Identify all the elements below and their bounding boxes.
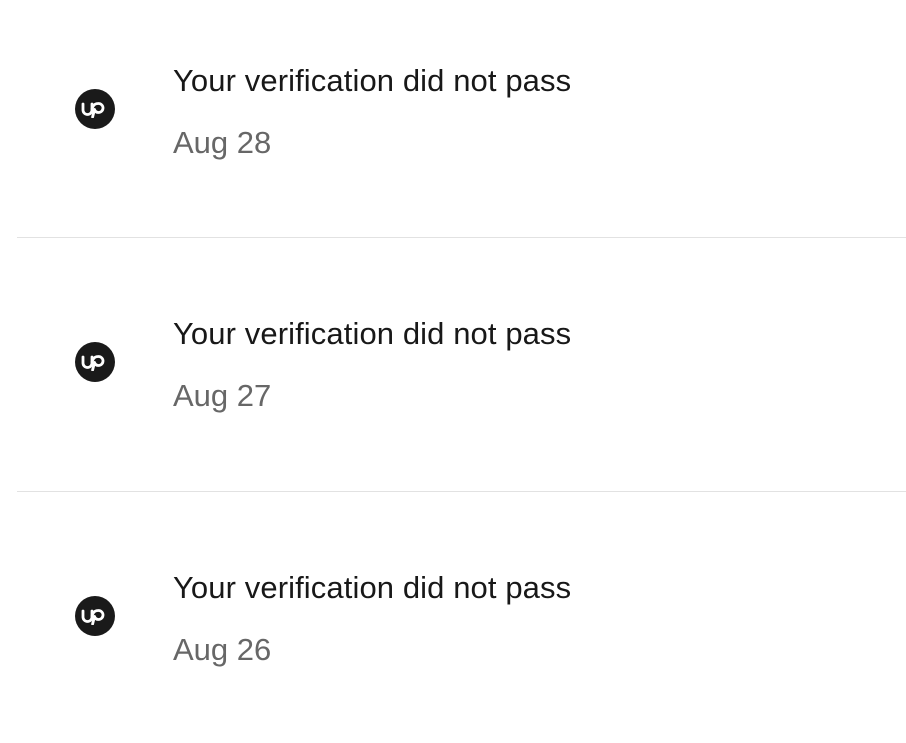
- divider: [17, 491, 906, 492]
- upwork-logo-icon: [75, 342, 115, 382]
- notification-date: Aug 26: [173, 632, 272, 667]
- notification-title: Your verification did not pass: [173, 63, 572, 98]
- notification-title: Your verification did not pass: [173, 316, 572, 351]
- notification-date: Aug 28: [173, 125, 272, 160]
- notification-list: Your verification did not pass Aug 28 Yo…: [0, 0, 906, 730]
- notification-title: Your verification did not pass: [173, 570, 572, 605]
- divider: [17, 237, 906, 238]
- notification-date: Aug 27: [173, 378, 272, 413]
- upwork-logo-icon: [75, 89, 115, 129]
- notification-item[interactable]: Your verification did not pass Aug 27: [0, 253, 906, 489]
- notification-item[interactable]: Your verification did not pass Aug 26: [0, 507, 906, 743]
- upwork-logo-icon: [75, 596, 115, 636]
- notification-item[interactable]: Your verification did not pass Aug 28: [0, 0, 906, 236]
